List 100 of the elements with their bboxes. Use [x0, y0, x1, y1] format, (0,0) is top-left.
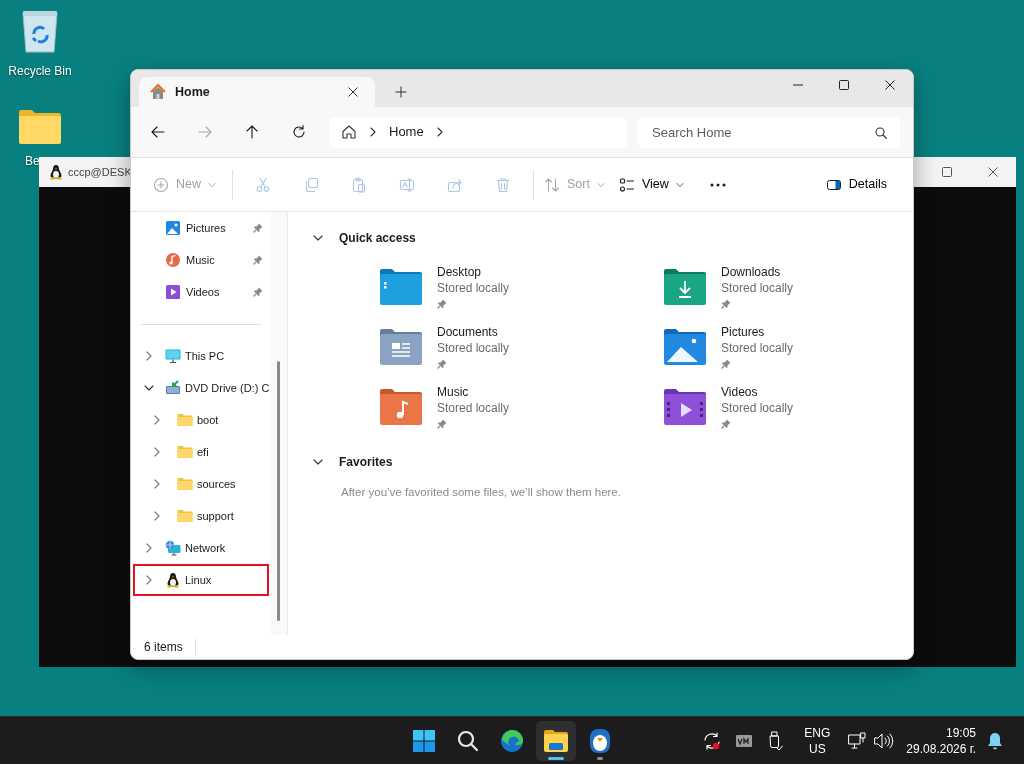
paste-icon — [351, 176, 367, 193]
forward-arrow-icon — [197, 124, 213, 140]
chevron-right-icon — [153, 479, 161, 489]
penguin-icon — [48, 164, 64, 180]
monitor-icon — [165, 348, 181, 364]
penguin-icon — [589, 727, 611, 754]
sidebar-item[interactable]: support — [133, 500, 269, 532]
sidebar-item[interactable]: Music — [133, 244, 269, 276]
up-arrow-icon — [244, 124, 260, 140]
folder-name[interactable]: Documents — [437, 324, 510, 340]
caret-icon — [596, 181, 605, 188]
sync-icon — [702, 730, 723, 751]
home-icon — [341, 124, 357, 140]
pin-icon — [437, 359, 447, 369]
pin-icon — [253, 255, 263, 265]
caret-icon — [208, 181, 216, 188]
folder-icon — [177, 413, 193, 427]
folder-status: Stored locally — [721, 280, 794, 296]
chevron-right-icon — [145, 351, 153, 361]
chevron-down-icon — [313, 458, 323, 466]
refresh-icon — [291, 124, 307, 140]
language-button[interactable]: ENG US — [796, 724, 839, 757]
pin-icon — [437, 419, 447, 429]
clock-button[interactable]: 19:05 29.08.2026 г. — [900, 724, 982, 757]
desktop-folder-icon — [380, 269, 422, 305]
network-icon — [165, 540, 181, 556]
maximize-icon — [839, 80, 849, 90]
pin-icon — [721, 419, 731, 429]
documents-folder-icon — [380, 329, 422, 365]
item-count: 6 items — [144, 639, 183, 656]
empty-message: After you’ve favorited some files, we’ll show them here. — [341, 485, 622, 500]
folder-icon — [177, 445, 193, 459]
scrollbar[interactable] — [271, 212, 288, 635]
videos-icon — [165, 284, 181, 300]
sidebar-item[interactable]: boot — [133, 404, 269, 436]
chevron-right-icon — [369, 127, 377, 137]
share-icon — [447, 176, 463, 193]
more-icon — [709, 182, 726, 187]
sort-icon — [544, 176, 560, 193]
pin-icon — [721, 359, 731, 369]
chevron-down-icon — [144, 384, 154, 392]
sidebar-item[interactable]: efi — [133, 436, 269, 468]
tab[interactable]: Home — [139, 77, 375, 107]
sidebar-item[interactable]: DVD Drive (D:) C — [133, 372, 269, 404]
sidebar-item[interactable]: This PC — [133, 340, 269, 372]
section-header[interactable]: Favorites — [339, 453, 393, 471]
folder-status: Stored locally — [437, 340, 510, 356]
pin-icon — [721, 299, 731, 309]
pictures-icon — [165, 220, 181, 236]
search-icon — [875, 126, 887, 139]
pin-icon — [437, 299, 447, 309]
windows-logo-icon — [412, 728, 436, 753]
sidebar-item[interactable]: Linux — [133, 564, 269, 596]
close-icon — [348, 87, 358, 97]
breadcrumb[interactable]: Home — [389, 122, 424, 142]
folder-status: Stored locally — [437, 280, 510, 296]
folder-name[interactable]: Pictures — [721, 324, 794, 340]
bell-icon — [987, 731, 1003, 750]
chevron-right-icon — [145, 575, 153, 585]
folder-name[interactable]: Downloads — [721, 264, 794, 280]
chevron-right-icon — [153, 511, 161, 521]
recycle-bin-icon — [20, 10, 60, 54]
folder-icon — [177, 509, 193, 523]
folder-status: Stored locally — [721, 400, 794, 416]
sidebar-item[interactable]: sources — [133, 468, 269, 500]
home-icon — [149, 83, 167, 101]
folder-name[interactable]: Videos — [721, 384, 794, 400]
downloads-folder-icon — [664, 269, 706, 305]
search-field[interactable]: Search Home — [638, 116, 900, 148]
copy-icon — [303, 176, 319, 193]
music-folder-icon — [380, 389, 422, 425]
new-icon — [153, 176, 169, 193]
folder-name[interactable]: Music — [437, 384, 510, 400]
videos-folder-icon — [664, 389, 706, 425]
network-icon — [848, 731, 867, 750]
close-icon — [988, 167, 998, 177]
folder-icon — [19, 110, 61, 144]
window-title: cccp@DESK — [68, 164, 132, 180]
folder-icon — [177, 477, 193, 491]
explorer-taskbar-button[interactable] — [536, 720, 576, 761]
chevron-right-icon — [435, 127, 444, 137]
sidebar-item[interactable]: Pictures — [133, 212, 269, 244]
plus-icon — [395, 86, 407, 98]
minimize-icon — [793, 84, 803, 86]
folder-name[interactable]: Desktop — [437, 264, 510, 280]
details-button[interactable]: Details — [821, 167, 891, 202]
browser-icon — [500, 728, 524, 753]
penguin-icon — [165, 572, 181, 588]
sidebar-item[interactable]: Videos — [133, 276, 269, 308]
desktop-icon-label[interactable]: Be — [25, 152, 40, 170]
desktop-icon-label[interactable]: Recycle Bin — [8, 62, 72, 80]
pin-icon — [253, 287, 263, 297]
cut-icon — [255, 176, 271, 193]
address-bar[interactable]: Home — [329, 116, 627, 148]
sidebar-item[interactable]: Network — [133, 532, 269, 564]
section-header[interactable]: Quick access — [339, 229, 416, 247]
folder-status: Stored locally — [437, 400, 510, 416]
usb-drive-icon — [769, 730, 784, 751]
chevron-right-icon — [153, 415, 161, 425]
view-button[interactable]: View — [614, 167, 694, 202]
